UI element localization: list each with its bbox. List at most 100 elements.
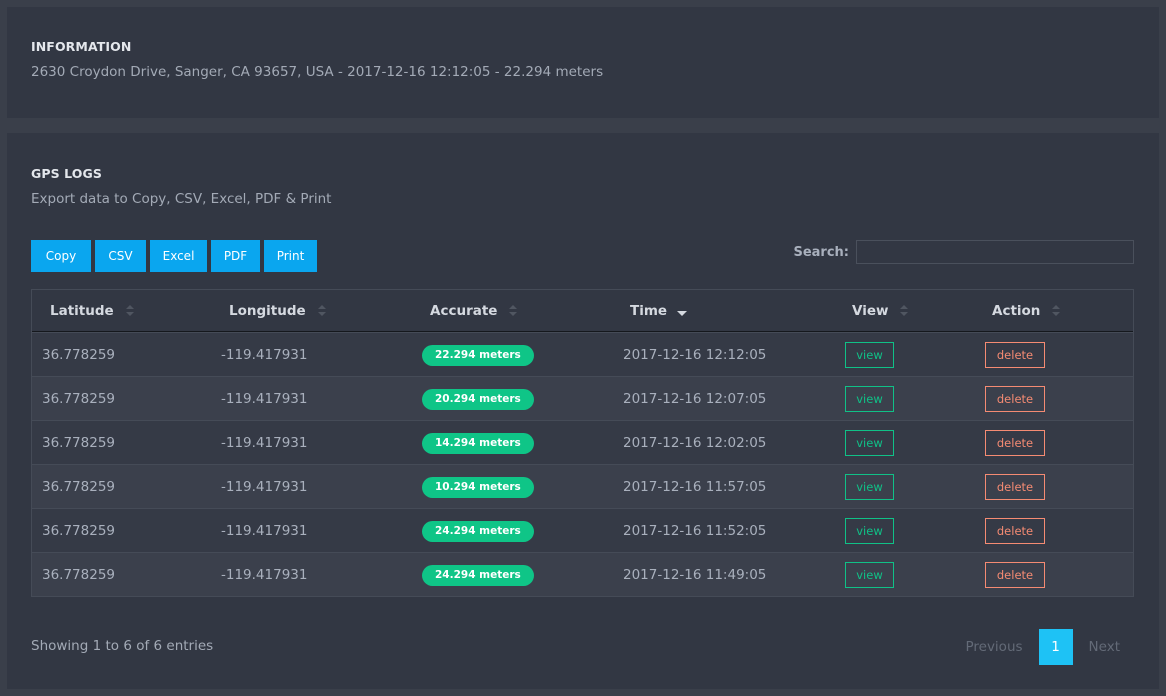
accurate-cell: 24.294 meters — [422, 509, 534, 553]
column-label: View — [852, 303, 889, 319]
view-button[interactable]: view — [845, 342, 894, 368]
delete-button[interactable]: delete — [985, 518, 1045, 544]
sort-icon — [509, 305, 518, 317]
table-row: 36.778259 -119.417931 14.294 meters 2017… — [32, 420, 1133, 464]
view-button[interactable]: view — [845, 430, 894, 456]
action-cell: delete — [985, 509, 1045, 553]
table-header: Latitude Longitude Accurate Time View Ac… — [32, 290, 1133, 332]
entries-info: Showing 1 to 6 of 6 entries — [31, 638, 214, 654]
sort-icon — [1052, 305, 1061, 317]
delete-button[interactable]: delete — [985, 474, 1045, 500]
table-row: 36.778259 -119.417931 22.294 meters 2017… — [32, 332, 1133, 376]
table-row: 36.778259 -119.417931 24.294 meters 2017… — [32, 552, 1133, 596]
gps-logs-panel: GPS LOGS Export data to Copy, CSV, Excel… — [7, 133, 1159, 689]
longitude-cell: -119.417931 — [221, 523, 308, 539]
time-cell: 2017-12-16 12:07:05 — [623, 391, 767, 407]
accuracy-badge: 22.294 meters — [422, 344, 534, 366]
action-cell: delete — [985, 421, 1045, 465]
delete-button[interactable]: delete — [985, 562, 1045, 588]
view-button[interactable]: view — [845, 386, 894, 412]
page-1-button[interactable]: 1 — [1038, 629, 1073, 665]
column-label: Time — [630, 303, 668, 319]
sort-icon — [125, 305, 134, 317]
excel-button[interactable]: Excel — [150, 240, 207, 272]
longitude-cell: -119.417931 — [221, 567, 308, 583]
column-header-action[interactable]: Action — [992, 290, 1061, 332]
view-button[interactable]: view — [845, 562, 894, 588]
column-header-longitude[interactable]: Longitude — [229, 290, 326, 332]
time-cell: 2017-12-16 12:12:05 — [623, 347, 767, 363]
gps-logs-title: GPS LOGS — [31, 166, 102, 181]
view-cell: view — [845, 553, 894, 597]
copy-button[interactable]: Copy — [31, 240, 91, 272]
accurate-cell: 10.294 meters — [422, 465, 534, 509]
longitude-cell: -119.417931 — [221, 435, 308, 451]
time-cell: 2017-12-16 12:02:05 — [623, 435, 767, 451]
accurate-cell: 22.294 meters — [422, 333, 534, 377]
time-cell: 2017-12-16 11:52:05 — [623, 523, 767, 539]
table-body: 36.778259 -119.417931 22.294 meters 2017… — [32, 332, 1133, 596]
view-cell: view — [845, 465, 894, 509]
gps-logs-subtitle: Export data to Copy, CSV, Excel, PDF & P… — [31, 191, 332, 207]
accuracy-badge: 24.294 meters — [422, 520, 534, 542]
longitude-cell: -119.417931 — [221, 391, 308, 407]
time-cell: 2017-12-16 11:49:05 — [623, 567, 767, 583]
latitude-cell: 36.778259 — [42, 479, 116, 495]
table-row: 36.778259 -119.417931 10.294 meters 2017… — [32, 464, 1133, 508]
delete-button[interactable]: delete — [985, 430, 1045, 456]
export-buttons: Copy CSV Excel PDF Print — [31, 240, 317, 272]
sort-icon — [900, 305, 909, 317]
accuracy-badge: 14.294 meters — [422, 432, 534, 454]
information-title: INFORMATION — [31, 39, 132, 54]
view-button[interactable]: view — [845, 474, 894, 500]
column-label: Longitude — [229, 303, 306, 319]
latitude-cell: 36.778259 — [42, 391, 116, 407]
accuracy-badge: 24.294 meters — [422, 564, 534, 586]
sort-icon — [317, 305, 326, 317]
view-cell: view — [845, 333, 894, 377]
column-label: Action — [992, 303, 1041, 319]
action-cell: delete — [985, 553, 1045, 597]
delete-button[interactable]: delete — [985, 386, 1045, 412]
information-text: 2630 Croydon Drive, Sanger, CA 93657, US… — [31, 64, 604, 80]
view-cell: view — [845, 421, 894, 465]
table-row: 36.778259 -119.417931 20.294 meters 2017… — [32, 376, 1133, 420]
delete-button[interactable]: delete — [985, 342, 1045, 368]
action-cell: delete — [985, 333, 1045, 377]
information-panel: INFORMATION 2630 Croydon Drive, Sanger, … — [7, 7, 1159, 118]
latitude-cell: 36.778259 — [42, 567, 116, 583]
longitude-cell: -119.417931 — [221, 479, 308, 495]
accurate-cell: 20.294 meters — [422, 377, 534, 421]
accurate-cell: 14.294 meters — [422, 421, 534, 465]
previous-page-button[interactable]: Previous — [951, 629, 1036, 665]
column-label: Latitude — [50, 303, 114, 319]
csv-button[interactable]: CSV — [95, 240, 146, 272]
search-box: Search: — [793, 240, 1134, 264]
table-row: 36.778259 -119.417931 24.294 meters 2017… — [32, 508, 1133, 552]
view-cell: view — [845, 509, 894, 553]
time-cell: 2017-12-16 11:57:05 — [623, 479, 767, 495]
print-button[interactable]: Print — [264, 240, 317, 272]
gps-logs-table: Latitude Longitude Accurate Time View Ac… — [31, 289, 1134, 597]
column-header-accurate[interactable]: Accurate — [430, 290, 518, 332]
latitude-cell: 36.778259 — [42, 347, 116, 363]
accurate-cell: 24.294 meters — [422, 553, 534, 597]
column-header-time[interactable]: Time — [630, 290, 688, 332]
column-header-view[interactable]: View — [852, 290, 909, 332]
longitude-cell: -119.417931 — [221, 347, 308, 363]
accuracy-badge: 10.294 meters — [422, 476, 534, 498]
column-header-latitude[interactable]: Latitude — [50, 290, 134, 332]
search-input[interactable] — [856, 240, 1134, 264]
search-label: Search: — [793, 244, 849, 260]
latitude-cell: 36.778259 — [42, 435, 116, 451]
column-label: Accurate — [430, 303, 498, 319]
view-button[interactable]: view — [845, 518, 894, 544]
next-page-button[interactable]: Next — [1075, 629, 1134, 665]
latitude-cell: 36.778259 — [42, 523, 116, 539]
action-cell: delete — [985, 377, 1045, 421]
sort-descending-icon — [677, 310, 688, 316]
pagination: Previous 1 Next — [951, 629, 1134, 665]
action-cell: delete — [985, 465, 1045, 509]
accuracy-badge: 20.294 meters — [422, 388, 534, 410]
pdf-button[interactable]: PDF — [211, 240, 260, 272]
